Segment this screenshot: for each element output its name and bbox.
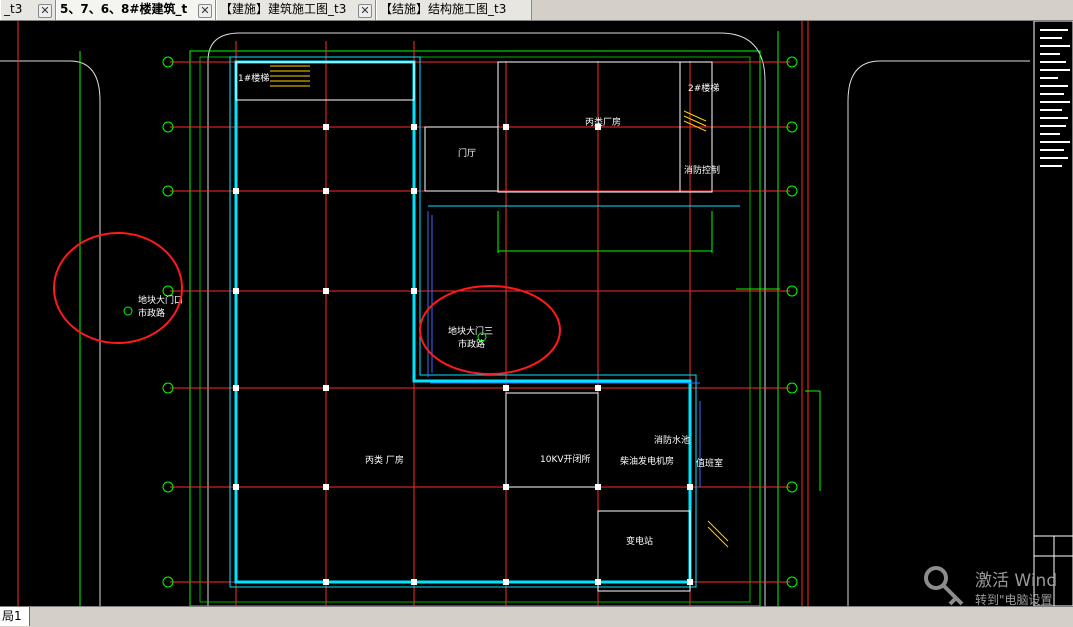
highlight-circle-left	[53, 232, 183, 344]
tab-label: 5、7、6、8#楼建筑_t	[60, 2, 188, 16]
room-label-misc: 消防水池	[654, 434, 690, 446]
document-tab-bar: _t3 ✕ 5、7、6、8#楼建筑_t ✕ 【建施】建筑施工图_t3 ✕ 【结施…	[0, 0, 1073, 21]
tab-label: 【结施】结构施工图_t3	[380, 2, 507, 16]
room-label-stair1: 1#楼梯	[238, 72, 269, 84]
site-outline	[207, 32, 766, 606]
road-outline-right	[847, 60, 1030, 606]
columns	[233, 124, 693, 585]
room-label-hall: 门厅	[458, 147, 476, 159]
left-annotation-line2: 市政路	[138, 307, 165, 319]
floor-plan-drawing: 1#楼梯 2#楼梯 消防控制 丙类厂房 丙类 厂房 10KV开闭所 变电站 柴油…	[0, 21, 1073, 606]
grid-lines	[170, 41, 790, 606]
close-icon[interactable]: ✕	[38, 4, 52, 18]
key-icon	[924, 566, 964, 606]
tab-drawing-1[interactable]: _t3 ✕	[0, 0, 56, 20]
mid-annotation-line1: 地块大门三	[448, 325, 493, 337]
room-label-plant2: 丙类 厂房	[365, 454, 404, 466]
road-outline-left	[0, 60, 101, 606]
tab-drawing-2[interactable]: 5、7、6、8#楼建筑_t ✕	[56, 0, 216, 20]
tab-label: 【建施】建筑施工图_t3	[220, 2, 347, 16]
room-label-office: 消防控制	[684, 164, 720, 176]
building-walls	[234, 60, 692, 584]
windows-activation-watermark: 激活 Wind 转到"电脑设置	[922, 562, 1073, 612]
layout-tab-bar: 局1	[0, 606, 1073, 627]
room-label-10kv: 10KV开闭所	[540, 453, 591, 465]
stair-1-hatch	[270, 65, 310, 87]
title-block	[1033, 21, 1073, 606]
left-annotation-line1: 地块大门口	[138, 294, 183, 306]
close-icon[interactable]: ✕	[198, 4, 212, 18]
room-label-gen: 柴油发电机房	[620, 455, 674, 467]
tab-drawing-3[interactable]: 【建施】建筑施工图_t3 ✕	[216, 0, 376, 20]
tab-label: _t3	[4, 2, 23, 16]
close-icon[interactable]: ✕	[358, 4, 372, 18]
tab-drawing-4[interactable]: 【结施】结构施工图_t3	[376, 0, 532, 20]
room-label-small: 值班室	[696, 457, 723, 469]
room-label-plant1: 丙类厂房	[585, 116, 621, 128]
cad-drawing-canvas[interactable]: 1#楼梯 2#楼梯 消防控制 丙类厂房 丙类 厂房 10KV开闭所 变电站 柴油…	[0, 21, 1073, 606]
room-label-power: 变电站	[626, 535, 653, 547]
mid-annotation-line2: 市政路	[458, 338, 485, 350]
watermark-title: 激活 Wind	[975, 571, 1058, 591]
room-label-stair2: 2#楼梯	[688, 82, 719, 94]
layout-tab[interactable]: 局1	[0, 607, 30, 626]
grid-axis-bubbles	[162, 56, 798, 588]
